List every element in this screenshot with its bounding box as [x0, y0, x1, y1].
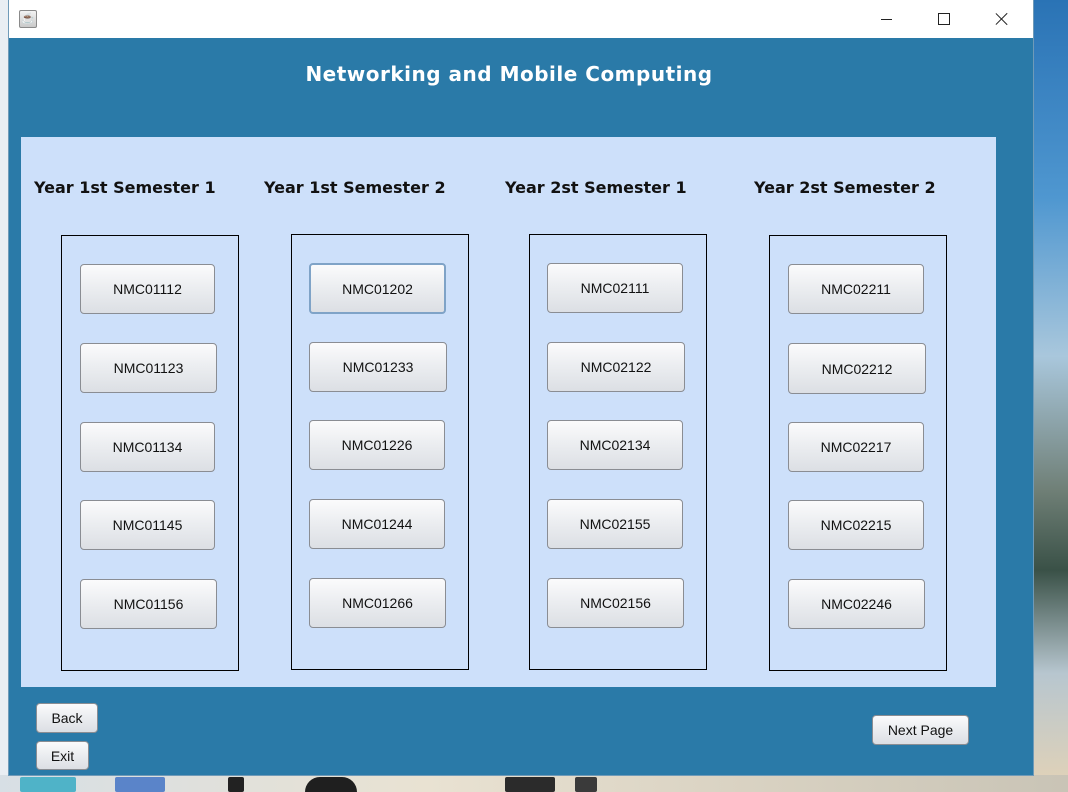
course-button[interactable]: NMC01202 [309, 263, 446, 314]
course-button[interactable]: NMC02155 [547, 499, 683, 549]
title-bar[interactable]: ☕ [9, 0, 1033, 38]
app-window: ☕ Networking and Mobile Computing Year 1… [9, 0, 1033, 775]
desktop-shortcut-icon[interactable] [228, 777, 244, 792]
semester-label: Year 2st Semester 2 [754, 178, 936, 197]
close-button[interactable] [973, 0, 1031, 38]
semester-panel: Year 1st Semester 1 NMC01112 NMC01123 NM… [21, 137, 996, 687]
minimize-button[interactable] [857, 0, 915, 38]
course-button[interactable]: NMC02217 [788, 422, 924, 472]
course-button[interactable]: NMC02122 [547, 342, 685, 392]
course-button[interactable]: NMC02211 [788, 264, 924, 314]
course-button[interactable]: NMC01244 [309, 499, 445, 549]
semester-label: Year 1st Semester 1 [34, 178, 216, 197]
desktop-figure-silhouette [505, 777, 555, 792]
course-button[interactable]: NMC01156 [80, 579, 217, 629]
desktop-shortcut-icon[interactable] [20, 777, 76, 792]
semester-column: NMC01112 NMC01123 NMC01134 NMC01145 NMC0… [61, 235, 239, 671]
next-page-button[interactable]: Next Page [872, 715, 969, 745]
course-button[interactable]: NMC02156 [547, 578, 684, 628]
semester-column: NMC02211 NMC02212 NMC02217 NMC02215 NMC0… [769, 235, 947, 671]
maximize-icon [938, 13, 950, 25]
course-button[interactable]: NMC02246 [788, 579, 925, 629]
semester-label: Year 2st Semester 1 [505, 178, 687, 197]
desktop-background-right [1033, 0, 1068, 792]
course-button[interactable]: NMC02111 [547, 263, 683, 313]
desktop-shortcut-icon[interactable] [115, 777, 165, 792]
semester-label: Year 1st Semester 2 [264, 178, 446, 197]
course-button[interactable]: NMC02134 [547, 420, 683, 470]
course-button[interactable]: NMC01266 [309, 578, 446, 628]
minimize-icon [880, 18, 892, 20]
exit-button[interactable]: Exit [36, 741, 89, 770]
course-button[interactable]: NMC01123 [80, 343, 217, 393]
course-button[interactable]: NMC01233 [309, 342, 447, 392]
desktop-figure-silhouette [575, 777, 597, 792]
semester-column: NMC02111 NMC02122 NMC02134 NMC02155 NMC0… [529, 234, 707, 670]
course-button[interactable]: NMC02215 [788, 500, 924, 550]
desktop-shortcut-icon[interactable] [305, 777, 357, 792]
back-button[interactable]: Back [36, 703, 98, 733]
close-icon [995, 12, 1009, 26]
page-title: Networking and Mobile Computing [305, 62, 713, 86]
semester-column: NMC01202 NMC01233 NMC01226 NMC01244 NMC0… [291, 234, 469, 670]
java-cup-icon[interactable]: ☕ [19, 10, 37, 28]
course-button[interactable]: NMC02212 [788, 343, 926, 394]
course-button[interactable]: NMC01134 [80, 422, 215, 472]
course-button[interactable]: NMC01226 [309, 420, 445, 470]
course-button[interactable]: NMC01145 [80, 500, 215, 550]
maximize-button[interactable] [915, 0, 973, 38]
course-button[interactable]: NMC01112 [80, 264, 215, 314]
